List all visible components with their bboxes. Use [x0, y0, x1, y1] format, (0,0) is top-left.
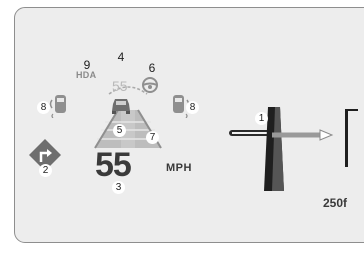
callout-7: 7 [146, 131, 159, 144]
callout-1: 1 [255, 112, 268, 125]
steering-wheel-icon [142, 77, 158, 93]
callout-2: 2 [39, 164, 52, 177]
callout-6: 6 [148, 61, 156, 75]
callout-9: 9 [83, 58, 91, 72]
callout-5: 5 [113, 124, 126, 137]
lead-vehicle-icon [112, 99, 130, 114]
speed-unit: MPH [166, 162, 192, 174]
callout-8-left: 8 [37, 101, 50, 114]
distance-to-turn: 250f [323, 196, 348, 210]
callout-8-right: 8 [186, 101, 199, 114]
callout-4: 4 [117, 50, 125, 64]
left-car-warning-icon [49, 95, 66, 118]
lane-road-icon [94, 86, 162, 149]
callout-3: 3 [112, 181, 125, 194]
navigation-turn-arrow-icon [229, 107, 358, 191]
current-speed: 55 [95, 146, 132, 184]
set-speed: 55 [112, 78, 128, 94]
